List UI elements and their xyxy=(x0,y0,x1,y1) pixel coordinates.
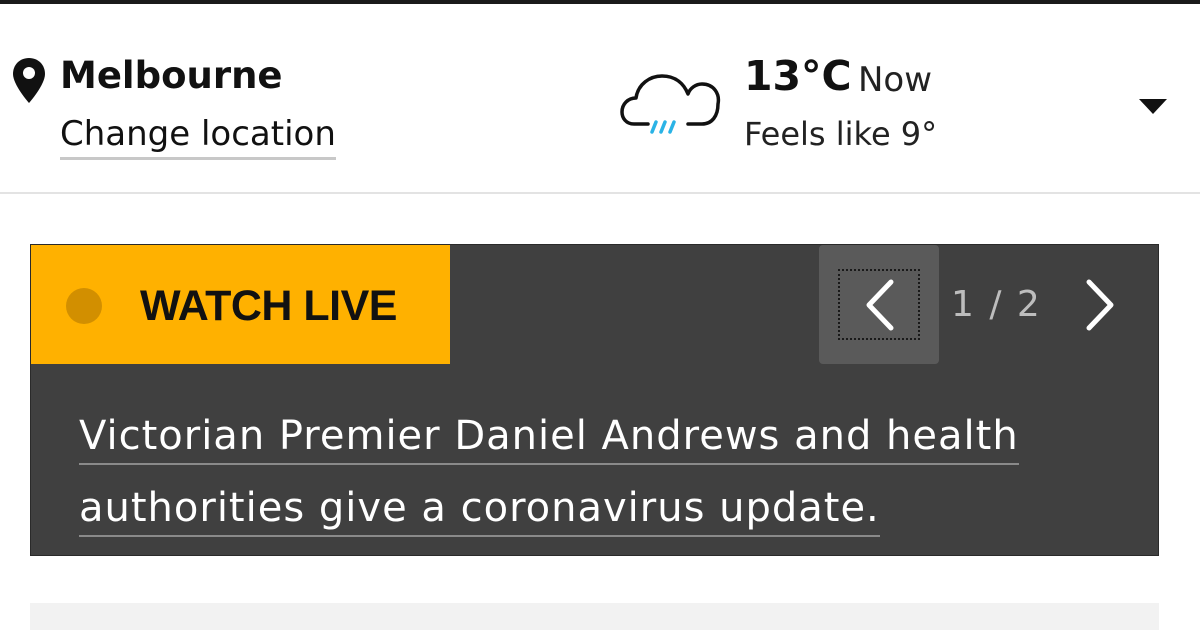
temperature-time-label: Now xyxy=(858,60,933,100)
rain-cloud-icon xyxy=(618,68,724,144)
live-indicator-dot xyxy=(66,288,102,324)
weather-bar: Melbourne Change location 13°C Now Feels… xyxy=(0,4,1200,194)
location-city: Melbourne xyxy=(60,54,283,97)
map-pin-icon xyxy=(10,56,48,106)
live-headline-text: Victorian Premier Daniel Andrews and hea… xyxy=(79,413,1019,537)
chevron-right-icon xyxy=(1086,279,1114,331)
carousel-counter: 1 / 2 xyxy=(951,284,1042,325)
next-section-placeholder xyxy=(30,603,1159,630)
current-temperature: 13°C xyxy=(744,52,852,100)
carousel-next-button[interactable] xyxy=(1069,265,1133,345)
feels-like-temperature: Feels like 9° xyxy=(744,115,938,153)
watch-live-label: WATCH LIVE xyxy=(140,282,397,330)
watch-live-panel: WATCH LIVE 1 / 2 Victorian Premier Danie… xyxy=(30,244,1159,556)
chevron-left-icon xyxy=(866,279,894,331)
watch-live-badge: WATCH LIVE xyxy=(31,245,450,364)
caret-down-icon xyxy=(1139,99,1167,114)
change-location-link[interactable]: Change location xyxy=(60,112,336,160)
live-headline-link[interactable]: Victorian Premier Daniel Andrews and hea… xyxy=(79,400,1089,544)
carousel-previous-button[interactable] xyxy=(819,245,939,364)
weather-dropdown-button[interactable] xyxy=(1128,82,1178,122)
